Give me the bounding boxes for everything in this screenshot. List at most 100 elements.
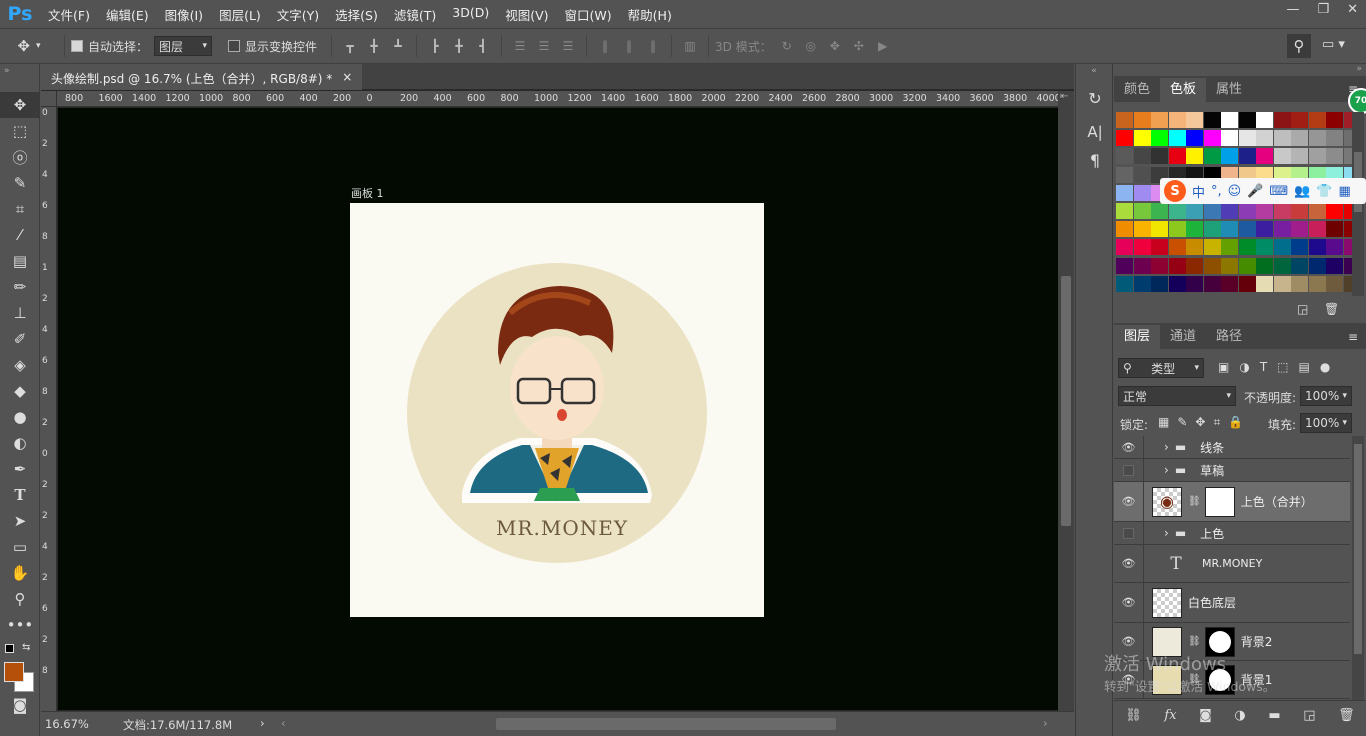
new-layer-icon[interactable]: ◲	[1303, 708, 1315, 723]
distribute-hcenter-icon[interactable]: ‖	[622, 39, 636, 53]
color-swatch[interactable]	[1116, 221, 1133, 238]
color-swatch[interactable]	[1291, 221, 1308, 238]
color-swatch[interactable]	[1151, 112, 1168, 128]
color-swatch[interactable]	[1151, 239, 1168, 256]
tab-layer_tabs-0[interactable]: 图层	[1114, 325, 1161, 349]
lock-all-icon[interactable]: 🔒	[1228, 415, 1243, 430]
ime-lang[interactable]: 中	[1192, 182, 1205, 201]
color-swatch[interactable]	[1291, 148, 1308, 165]
delete-swatch-icon[interactable]: 🗑	[1324, 302, 1339, 316]
color-swatch[interactable]	[1326, 239, 1343, 256]
color-swatch[interactable]	[1308, 275, 1326, 292]
fill-input[interactable]: 100% ▾	[1300, 413, 1352, 433]
color-swatch[interactable]	[1168, 239, 1186, 256]
color-swatch[interactable]	[1186, 112, 1203, 128]
clone-stamp-tool[interactable]: ⊥	[0, 300, 40, 326]
new-group-icon[interactable]: ▬	[1268, 708, 1280, 723]
vertical-scroll-thumb[interactable]	[1061, 276, 1071, 526]
color-swatch[interactable]	[1256, 257, 1273, 274]
link-layers-icon[interactable]: ⛓	[1125, 708, 1142, 723]
color-swatch[interactable]	[1221, 221, 1238, 238]
color-swatch[interactable]	[1221, 257, 1238, 274]
menu-item[interactable]: 窗口(W)	[557, 5, 620, 24]
expand-chevron-icon[interactable]: ›	[1164, 526, 1169, 540]
layer-row[interactable]: 👁 › ▬ 线条	[1114, 436, 1350, 459]
color-swatch[interactable]	[1203, 275, 1221, 292]
auto-select-checkbox[interactable]	[71, 40, 83, 52]
distribute-right-icon[interactable]: ‖	[646, 39, 660, 53]
color-swatch[interactable]	[1168, 112, 1186, 128]
align-right-icon[interactable]: ┫	[476, 39, 490, 53]
document-tab[interactable]: 头像绘制.psd @ 16.7% (上色（合并）, RGB/8#) * ×	[41, 64, 363, 90]
color-swatch[interactable]	[1238, 257, 1256, 274]
tab-layer_tabs-1[interactable]: 通道	[1160, 325, 1206, 349]
layer-name[interactable]: 线条	[1200, 439, 1224, 456]
layer-mask-thumbnail[interactable]	[1204, 664, 1235, 695]
paint-bucket-tool[interactable]: ◆	[0, 378, 40, 404]
color-swatch[interactable]	[1186, 239, 1203, 256]
layer-row[interactable]: 👁 ◉ ⛓ 上色（合并）	[1114, 482, 1350, 522]
auto-align-icon[interactable]: ▥	[683, 39, 697, 53]
layer-mask-thumbnail[interactable]	[1204, 626, 1235, 657]
color-swatch[interactable]	[1116, 184, 1133, 201]
color-swatch[interactable]	[1238, 130, 1256, 147]
color-swatch[interactable]	[1133, 239, 1151, 256]
layer-mask-thumbnail[interactable]	[1204, 486, 1235, 517]
restore-button[interactable]: ❐	[1317, 2, 1329, 17]
layer-row[interactable]: 👁 ⛓ 背景2	[1114, 623, 1350, 661]
history-panel-button[interactable]: ↻	[1076, 84, 1114, 112]
user-icon[interactable]: 👥	[1294, 184, 1310, 199]
color-swatch[interactable]	[1116, 203, 1133, 219]
pen-tool[interactable]: ✒	[0, 456, 40, 482]
brush-tool[interactable]: ✏	[0, 274, 40, 300]
default-colors-icon[interactable]	[5, 644, 14, 653]
shirt-icon[interactable]: 👕	[1316, 184, 1332, 199]
layer-name[interactable]: 上色	[1200, 525, 1224, 542]
grid-icon[interactable]: ▦	[1339, 184, 1351, 199]
color-swatch[interactable]	[1168, 257, 1186, 274]
layer-style-icon[interactable]: fx	[1164, 708, 1176, 723]
color-swatch[interactable]	[1151, 148, 1168, 165]
color-swatch[interactable]	[1168, 221, 1186, 238]
color-swatch[interactable]	[1326, 257, 1343, 274]
eyedropper-tool[interactable]: ⁄	[0, 222, 40, 248]
color-swatch[interactable]	[1203, 239, 1221, 256]
minimize-button[interactable]: —	[1286, 2, 1299, 17]
distribute-left-icon[interactable]: ‖	[598, 39, 612, 53]
color-swatch[interactable]	[1151, 257, 1168, 274]
path-select-tool[interactable]: ➤	[0, 508, 40, 534]
color-swatch[interactable]	[1168, 130, 1186, 147]
vertical-scrollbar[interactable]: ⇤	[1058, 91, 1074, 711]
color-swatch[interactable]	[1186, 148, 1203, 165]
canvas[interactable]: 画板 1 MR.MONEY	[58, 108, 1058, 710]
color-swatch[interactable]	[1186, 221, 1203, 238]
artboard[interactable]: MR.MONEY	[350, 203, 764, 617]
color-swatch[interactable]	[1186, 203, 1203, 219]
scale-3d-icon[interactable]: ▶	[876, 39, 890, 53]
artboard-label[interactable]: 画板 1	[351, 185, 384, 201]
color-swatch[interactable]	[1256, 275, 1273, 292]
layer-name[interactable]: MR.MONEY	[1202, 557, 1262, 570]
close-tab-icon[interactable]: ×	[342, 70, 352, 90]
color-swatch[interactable]	[1133, 112, 1151, 128]
visibility-toggle[interactable]: 👁	[1114, 623, 1144, 660]
color-swatch[interactable]	[1326, 221, 1343, 238]
color-swatch[interactable]	[1273, 203, 1291, 219]
marquee-tool[interactable]: ⬚	[0, 118, 40, 144]
color-swatch[interactable]	[1116, 275, 1133, 292]
color-swatch[interactable]	[1291, 112, 1308, 128]
color-swatch[interactable]	[1273, 112, 1291, 128]
workspace-switcher[interactable]: ▭ ▾	[1322, 37, 1345, 52]
lock-position-icon[interactable]: ✥	[1195, 415, 1205, 430]
more-tools[interactable]: •••	[0, 612, 40, 638]
color-swatch[interactable]	[1291, 203, 1308, 219]
dodge-tool[interactable]: ◐	[0, 430, 40, 456]
distribute-top-icon[interactable]: ☰	[513, 39, 527, 53]
color-swatch[interactable]	[1291, 275, 1308, 292]
collapse-icon[interactable]: ⇤	[1060, 91, 1068, 102]
adjustment-layer-icon[interactable]: ◑	[1234, 708, 1245, 723]
color-swatch[interactable]	[1203, 148, 1221, 165]
color-swatch[interactable]	[1221, 203, 1238, 219]
color-swatch[interactable]	[1326, 275, 1343, 292]
move-tool[interactable]: ✥	[0, 92, 40, 118]
